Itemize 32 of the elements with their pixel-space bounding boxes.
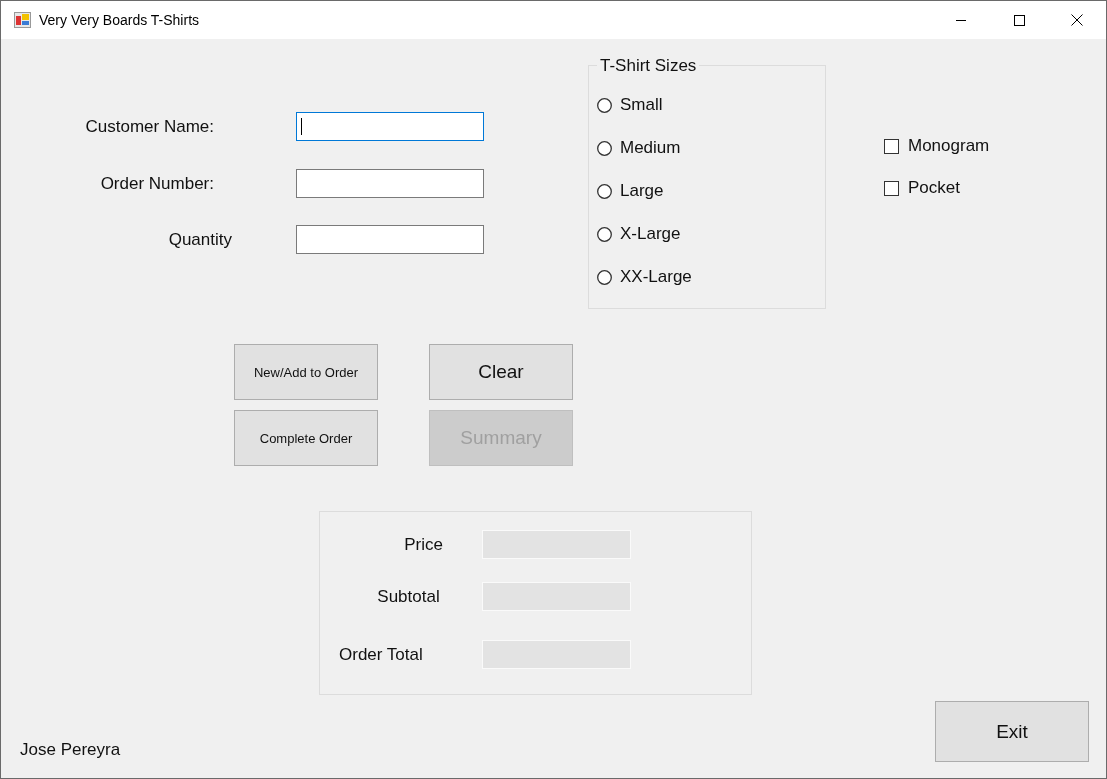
- text-field[interactable]: [296, 112, 484, 141]
- radio-button[interactable]: [597, 226, 612, 242]
- text-field[interactable]: [296, 225, 484, 254]
- radio-button[interactable]: [597, 140, 612, 156]
- text-field[interactable]: [296, 169, 484, 198]
- radio-label: XX-Large: [620, 267, 692, 287]
- checkbox-label: Monogram: [908, 136, 990, 156]
- app-icon: [14, 12, 31, 28]
- author-name: Jose Pereyra: [20, 740, 121, 760]
- field-label: Customer Name:: [84, 116, 215, 137]
- radio-button[interactable]: [597, 269, 612, 285]
- radio-button[interactable]: [597, 97, 612, 113]
- field-label: Order Number:: [99, 173, 215, 194]
- total-label: Order Total: [338, 644, 424, 665]
- radio-label: Small: [620, 95, 663, 115]
- field-label: Quantity: [167, 229, 233, 250]
- radio-button[interactable]: [597, 183, 612, 199]
- radio-label: X-Large: [620, 224, 681, 244]
- close-icon: [1071, 14, 1083, 26]
- total-label: Subtotal: [376, 586, 441, 607]
- radio-label: Large: [620, 181, 664, 201]
- action-button[interactable]: Clear: [429, 344, 573, 400]
- radio-label: Medium: [620, 138, 681, 158]
- total-label: Price: [403, 534, 444, 555]
- exit-button[interactable]: Exit: [935, 701, 1089, 762]
- action-button[interactable]: New/Add to Order: [234, 344, 378, 400]
- maximize-icon: [1013, 14, 1025, 26]
- checkbox[interactable]: [884, 180, 899, 196]
- action-button[interactable]: Complete Order: [234, 410, 378, 466]
- checkbox-label: Pocket: [908, 178, 960, 198]
- window-title: Very Very Boards T-Shirts: [39, 12, 201, 28]
- checkbox[interactable]: [884, 138, 899, 154]
